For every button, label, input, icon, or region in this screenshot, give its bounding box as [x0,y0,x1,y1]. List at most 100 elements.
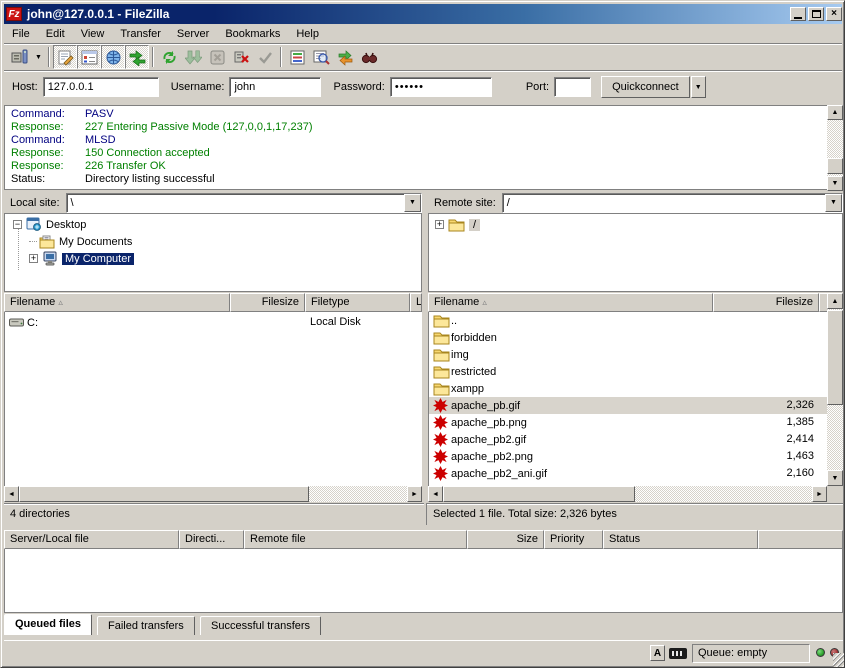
remote-file-row[interactable]: xampp [433,380,484,397]
remote-col-filesize[interactable]: Filesize [713,293,819,312]
toggle-local-tree-button[interactable] [77,45,101,69]
queue-col-size[interactable]: Size [467,530,544,549]
tree-item-desktop[interactable]: − Desktop [13,216,86,233]
site-manager-button[interactable] [8,45,32,69]
toggle-remote-tree-button[interactable] [101,45,125,69]
transfer-queue-list[interactable] [4,549,843,613]
connection-led-green [816,648,825,657]
remote-file-row[interactable]: .. [433,312,457,329]
minimize-button[interactable] [790,7,806,21]
remote-hscrollbar[interactable]: ◄ ► [428,486,827,502]
queue-col-direction[interactable]: Directi... [179,530,244,549]
scrollbar-thumb[interactable] [827,310,843,405]
menu-transfer[interactable]: Transfer [112,25,169,43]
local-hscrollbar[interactable]: ◄ ► [4,486,422,502]
remote-file-row[interactable]: apache_pb2.png [433,448,533,465]
scroll-down-button[interactable]: ▼ [827,176,843,191]
remote-file-row[interactable]: apache_pb2_ani.gif [433,465,547,482]
scroll-right-button[interactable]: ► [407,486,422,502]
scrollbar-thumb[interactable] [19,486,309,502]
remote-file-row[interactable]: restricted [433,363,496,380]
username-input[interactable] [229,77,321,97]
cancel-operation-button[interactable] [205,45,229,69]
local-site-label: Local site: [4,197,66,209]
log-scrollbar[interactable]: ▲ ▼ [827,105,843,191]
tab-queued-files[interactable]: Queued files [4,614,92,635]
scroll-left-button[interactable]: ◄ [4,486,19,502]
scrollbar-thumb[interactable] [443,486,635,502]
menu-server[interactable]: Server [169,25,217,43]
maximize-button[interactable] [808,7,824,21]
menu-file[interactable]: File [4,25,38,43]
tree-item-root[interactable]: + / [435,216,480,233]
tree-expand-icon[interactable]: + [29,254,38,263]
find-files-button[interactable] [357,45,381,69]
filter-button[interactable] [285,45,309,69]
directory-comparison-button[interactable] [309,45,333,69]
local-col-filetype[interactable]: Filetype [305,293,410,312]
local-col-filename[interactable]: Filename ▵ [4,293,230,312]
remote-file-row-selected[interactable]: apache_pb.gif [433,397,520,414]
transfer-type-indicator[interactable]: A [650,645,665,661]
menu-bookmarks[interactable]: Bookmarks [217,25,288,43]
menu-view[interactable]: View [73,25,113,43]
combo-dropdown-button[interactable]: ▼ [404,194,421,212]
host-input[interactable] [43,77,159,97]
toggle-queue-button[interactable] [125,45,149,69]
local-file-list[interactable]: C: Local Disk [4,312,422,486]
toolbar-separator [280,47,282,67]
remote-site-combo[interactable]: / ▼ [502,193,843,213]
tree-item-my-computer[interactable]: + My Computer [29,250,134,267]
host-label: Host: [12,81,38,93]
reconnect-button[interactable] [253,45,277,69]
process-queue-button[interactable] [181,45,205,69]
queue-col-local-file[interactable]: Server/Local file [4,530,179,549]
tab-failed-transfers[interactable]: Failed transfers [97,616,195,635]
tree-expand-icon[interactable]: + [435,220,444,229]
scroll-left-button[interactable]: ◄ [428,486,443,502]
scroll-right-button[interactable]: ► [812,486,827,502]
folder-icon [433,331,450,345]
scroll-up-button[interactable]: ▲ [827,105,843,120]
menu-edit[interactable]: Edit [38,25,73,43]
quickconnect-dropdown[interactable]: ▼ [691,76,706,98]
tree-item-my-documents[interactable]: My Documents [29,233,132,250]
local-col-filesize[interactable]: Filesize [230,293,305,312]
local-site-combo[interactable]: \ ▼ [66,193,422,213]
remote-file-row[interactable]: forbidden [433,329,497,346]
local-file-row[interactable]: C: [9,314,38,331]
remote-vscrollbar[interactable]: ▲ ▼ [827,293,843,486]
combo-dropdown-button[interactable]: ▼ [825,194,842,212]
disconnect-button[interactable] [229,45,253,69]
remote-file-row[interactable]: apache_pb2.gif [433,431,526,448]
tab-successful-transfers[interactable]: Successful transfers [200,616,321,635]
refresh-button[interactable] [157,45,181,69]
remote-tree[interactable]: + / [428,213,843,292]
close-button[interactable]: × [826,7,842,21]
local-tree[interactable]: − Desktop My Documents + My Computer [4,213,422,292]
queue-col-remote-file[interactable]: Remote file [244,530,467,549]
remote-file-row[interactable]: img [433,346,469,363]
remote-file-row[interactable]: apache_pb.png [433,414,527,431]
resize-grip[interactable] [833,653,845,667]
scrollbar-thumb[interactable] [827,158,843,174]
site-manager-dropdown[interactable]: ▼ [32,45,45,69]
local-col-lastmodified[interactable]: L [410,293,422,312]
queue-col-priority[interactable]: Priority [544,530,603,549]
message-log[interactable]: Command:PASV Response:227 Entering Passi… [4,105,827,190]
password-input[interactable] [390,77,492,97]
port-input[interactable] [554,77,591,97]
remote-col-filename[interactable]: Filename ▵ [428,293,713,312]
tree-collapse-icon[interactable]: − [13,220,22,229]
remote-file-list[interactable]: .. forbidden img restricted xampp apache… [428,312,827,486]
synchronized-browsing-button[interactable] [333,45,357,69]
speed-limit-icon[interactable] [669,648,687,659]
image-file-icon [433,432,448,447]
scroll-up-button[interactable]: ▲ [827,293,843,309]
scroll-down-button[interactable]: ▼ [827,470,843,486]
toggle-message-log-button[interactable] [53,45,77,69]
title-bar[interactable]: Fz john@127.0.0.1 - FileZilla × [4,4,842,24]
queue-col-status[interactable]: Status [603,530,758,549]
quickconnect-button[interactable]: Quickconnect [601,76,690,98]
menu-help[interactable]: Help [288,25,327,43]
